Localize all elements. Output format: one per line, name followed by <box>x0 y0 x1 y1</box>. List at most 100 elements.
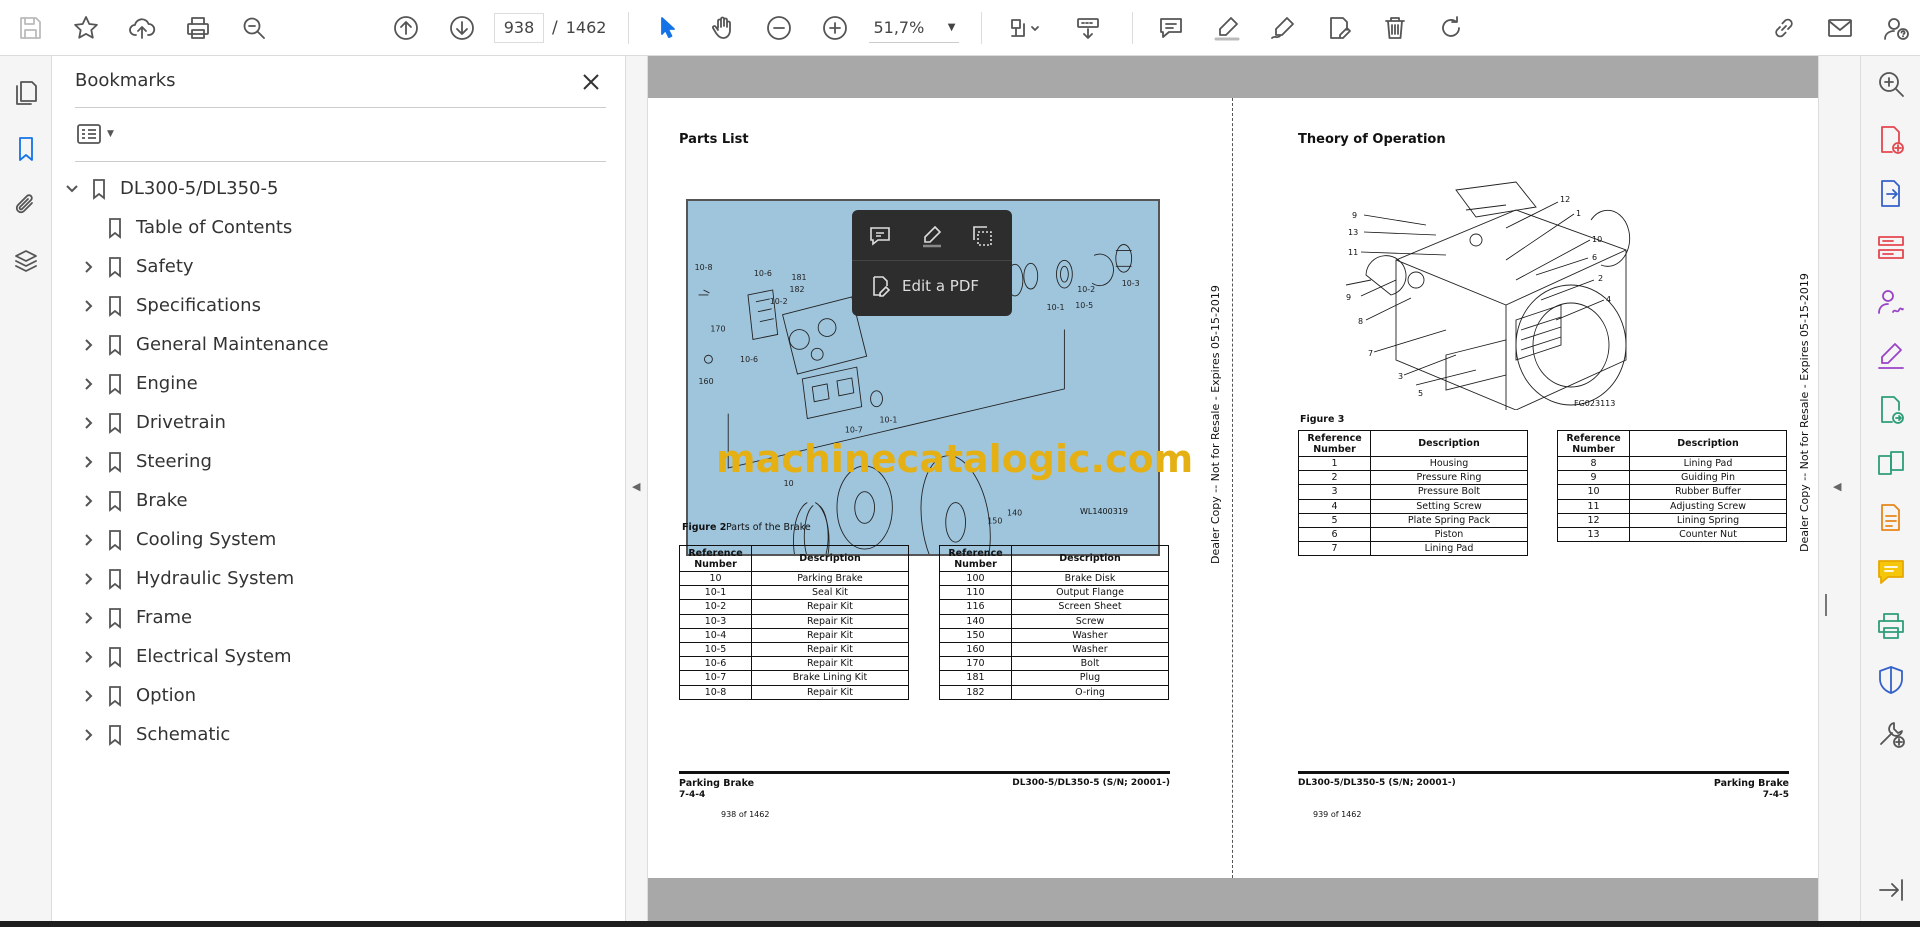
footer-rule <box>1298 771 1789 774</box>
bookmark-item[interactable]: Table of Contents <box>62 208 612 247</box>
save-icon[interactable] <box>10 8 50 48</box>
edit-pdf-button[interactable]: Edit a PDF <box>868 274 979 298</box>
zoom-level-dropdown[interactable]: 51,7% ▼ <box>869 13 960 43</box>
star-icon[interactable] <box>66 8 106 48</box>
add-comment-icon[interactable] <box>868 224 892 248</box>
collapse-right-panel-handle[interactable]: ◀ <box>1818 56 1860 921</box>
bookmark-item[interactable]: Specifications <box>62 286 612 325</box>
close-icon[interactable] <box>577 68 605 96</box>
previous-page-icon[interactable] <box>386 8 426 48</box>
bookmark-item[interactable]: Cooling System <box>62 520 612 559</box>
organize-pages-icon[interactable] <box>1875 232 1907 264</box>
delete-trash-icon[interactable] <box>1375 8 1415 48</box>
chevron-down-icon[interactable] <box>62 179 82 199</box>
bookmark-item[interactable]: Electrical System <box>62 637 612 676</box>
highlight-icon[interactable] <box>920 224 944 248</box>
list-options-icon <box>77 124 101 144</box>
rotate-icon[interactable] <box>1431 8 1471 48</box>
bookmark-item[interactable]: Drivetrain <box>62 403 612 442</box>
user-help-icon[interactable] <box>1876 8 1916 48</box>
chevron-right-icon[interactable] <box>78 374 98 394</box>
comment-icon[interactable] <box>1151 8 1191 48</box>
edit-pdf-tool-icon[interactable] <box>1875 502 1907 534</box>
layers-icon[interactable] <box>0 233 52 289</box>
bookmark-item[interactable]: Steering <box>62 442 612 481</box>
page-thumbnails-icon[interactable] <box>0 65 52 121</box>
table-cell: 2 <box>1298 470 1371 486</box>
chevron-right-icon[interactable] <box>78 647 98 667</box>
scroll-mode-icon[interactable] <box>1068 8 1108 48</box>
table-row: 7 Lining Pad <box>1298 541 1528 557</box>
print-production-icon[interactable] <box>1875 610 1907 642</box>
bookmarks-icon[interactable] <box>0 121 52 177</box>
bookmark-item[interactable]: Hydraulic System <box>62 559 612 598</box>
bookmark-item[interactable]: Brake <box>62 481 612 520</box>
callout-label: 11 <box>1348 248 1358 257</box>
chevron-right-icon[interactable] <box>78 491 98 511</box>
share-link-icon[interactable] <box>1764 8 1804 48</box>
callout-label: 150 <box>987 516 1002 525</box>
chevron-right-icon[interactable] <box>78 296 98 316</box>
attachments-icon[interactable] <box>0 177 52 233</box>
next-page-icon[interactable] <box>442 8 482 48</box>
bookmark-item[interactable]: Schematic <box>62 715 612 754</box>
chevron-right-icon[interactable] <box>78 686 98 706</box>
scrollbar-thumb[interactable] <box>1825 594 1827 616</box>
more-tools-icon[interactable] <box>1875 718 1907 750</box>
request-signature-icon[interactable] <box>1875 286 1907 318</box>
chevron-right-icon[interactable] <box>78 413 98 433</box>
chevron-right-icon[interactable] <box>78 257 98 277</box>
copy-select-icon[interactable] <box>970 224 994 248</box>
zoom-search-icon[interactable] <box>1875 68 1907 100</box>
bookmark-options-button[interactable]: ▼ <box>75 119 121 149</box>
bookmark-item[interactable]: Engine <box>62 364 612 403</box>
upload-cloud-icon[interactable] <box>122 8 162 48</box>
table-cell: 1 <box>1298 455 1371 472</box>
compare-files-icon[interactable] <box>1875 448 1907 480</box>
chevron-right-icon[interactable] <box>78 335 98 355</box>
export-pdf-icon[interactable] <box>1875 178 1907 210</box>
table-cell: 10 <box>679 570 752 587</box>
bookmark-icon <box>104 451 126 473</box>
table-row: 10-1 Seal Kit <box>679 585 909 601</box>
print-icon[interactable] <box>178 8 218 48</box>
bookmark-item[interactable]: General Maintenance <box>62 325 612 364</box>
chevron-right-icon[interactable] <box>78 569 98 589</box>
page-fit-icon[interactable] <box>1000 8 1052 48</box>
chevron-right-icon[interactable] <box>78 608 98 628</box>
chevron-right-icon[interactable] <box>78 725 98 745</box>
bookmark-item[interactable]: Frame <box>62 598 612 637</box>
callout-label: 10-1 <box>879 415 897 424</box>
callout-label: 7 <box>1368 349 1373 358</box>
chevron-left-icon[interactable]: ◀ <box>1833 480 1841 493</box>
highlight-pen-icon[interactable] <box>1207 8 1247 48</box>
callout-label: 170 <box>710 325 725 334</box>
table-cell: 13 <box>1557 526 1630 543</box>
edit-text-icon[interactable] <box>1319 8 1359 48</box>
chevron-left-icon[interactable]: ◀ <box>632 480 640 493</box>
bookmark-root[interactable]: DL300-5/DL350-5 <box>62 169 612 208</box>
popup-divider <box>852 260 1012 261</box>
collapse-left-panel-handle[interactable]: ◀ <box>626 56 648 921</box>
bookmark-item[interactable]: Option <box>62 676 612 715</box>
fill-sign-icon[interactable] <box>1875 340 1907 372</box>
send-review-icon[interactable] <box>1875 394 1907 426</box>
chevron-right-icon[interactable] <box>78 530 98 550</box>
hand-tool-icon[interactable] <box>703 8 743 48</box>
select-pointer-icon[interactable] <box>647 8 687 48</box>
zoom-search-icon[interactable] <box>234 8 274 48</box>
zoom-out-icon[interactable] <box>759 8 799 48</box>
draw-freehand-icon[interactable] <box>1263 8 1303 48</box>
expand-panel-icon[interactable] <box>1875 874 1907 906</box>
zoom-in-icon[interactable] <box>815 8 855 48</box>
comment-tool-icon[interactable] <box>1875 556 1907 588</box>
bookmark-icon <box>104 412 126 434</box>
chevron-right-icon[interactable] <box>78 452 98 472</box>
bookmark-item[interactable]: Safety <box>62 247 612 286</box>
create-pdf-icon[interactable] <box>1875 124 1907 156</box>
table-cell: Bolt <box>1011 656 1169 672</box>
protect-shield-icon[interactable] <box>1875 664 1907 696</box>
email-icon[interactable] <box>1820 8 1860 48</box>
page-number-input[interactable]: 938 <box>494 12 544 43</box>
